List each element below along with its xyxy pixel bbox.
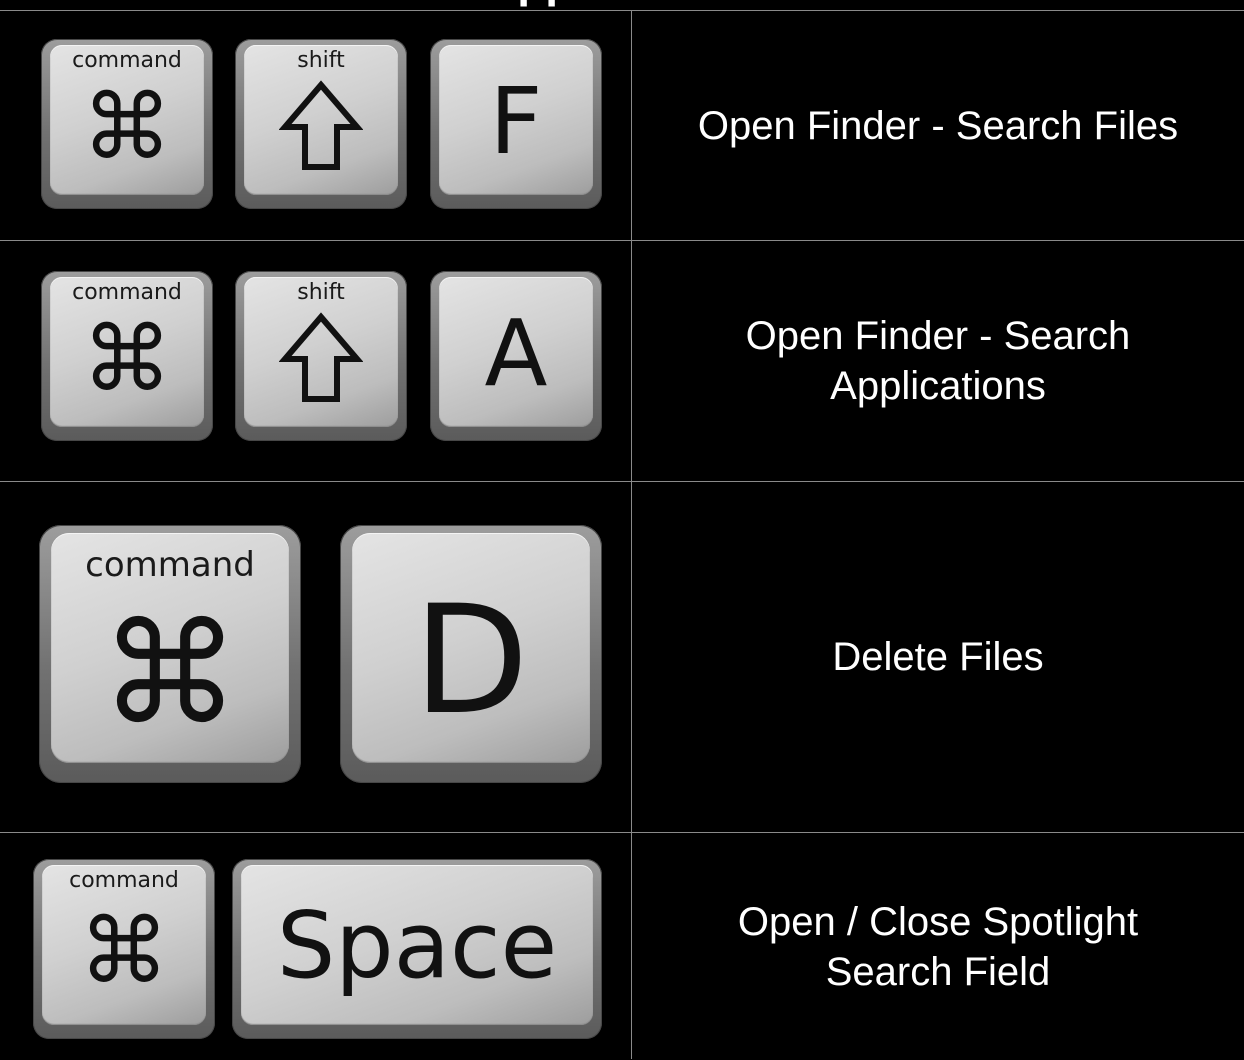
- shift-key-label: shift: [297, 48, 345, 73]
- shortcut-description: Open / Close Spotlight Search Field: [737, 899, 1139, 994]
- shortcut-description: Delete Files: [832, 635, 1044, 679]
- shortcut-row: command ⌘ D Delete Files: [0, 482, 1244, 833]
- shortcut-row: command ⌘ Space Open / Close Spotlight S…: [0, 833, 1244, 1060]
- command-icon: ⌘: [41, 311, 213, 401]
- shift-arrow-icon: [235, 79, 407, 175]
- letter-key-label: F: [489, 67, 543, 175]
- space-key: Space: [232, 859, 602, 1039]
- shortcut-table: command ⌘ shift F Open Finder - Search F…: [0, 10, 1244, 1059]
- command-icon: ⌘: [41, 79, 213, 169]
- key-combination: command ⌘ Space: [0, 833, 631, 1060]
- shift-arrow-icon: [235, 311, 407, 407]
- shortcut-description: Open Finder - Search Files: [697, 103, 1179, 148]
- shortcut-description-cell: Delete Files: [632, 482, 1244, 832]
- shortcut-description-cell: Open / Close Spotlight Search Field: [632, 833, 1244, 1060]
- command-key: command ⌘: [41, 271, 213, 441]
- shift-key: shift: [235, 39, 407, 209]
- command-key: command ⌘: [41, 39, 213, 209]
- command-key-label: command: [69, 868, 179, 893]
- shortcut-description-cell: Open Finder - Search Files: [632, 11, 1244, 240]
- svg-text:⌘: ⌘: [79, 903, 169, 993]
- page-title: Applications: [0, 0, 1244, 10]
- command-key-label: command: [72, 48, 182, 73]
- command-key-label: command: [85, 545, 255, 585]
- svg-text:⌘: ⌘: [82, 311, 172, 401]
- column-divider: [631, 10, 632, 1059]
- space-key-label: Space: [276, 891, 558, 999]
- command-key-label: command: [72, 280, 182, 305]
- command-icon: ⌘: [33, 903, 215, 993]
- command-key: command ⌘: [39, 525, 301, 783]
- letter-key-label: A: [484, 299, 548, 407]
- svg-text:⌘: ⌘: [100, 599, 240, 739]
- key-combination: command ⌘ D: [0, 482, 631, 832]
- shift-key: shift: [235, 271, 407, 441]
- key-combination: command ⌘ shift F: [0, 11, 631, 240]
- command-key: command ⌘: [33, 859, 215, 1039]
- shortcut-description-cell: Open Finder - Search Applications: [632, 241, 1244, 481]
- shift-key-label: shift: [297, 280, 345, 305]
- letter-key-label: D: [413, 574, 529, 748]
- command-icon: ⌘: [39, 599, 301, 739]
- key-combination: command ⌘ shift A: [0, 241, 631, 481]
- svg-text:⌘: ⌘: [82, 79, 172, 169]
- letter-key: D: [340, 525, 602, 783]
- shortcut-description: Open Finder - Search Applications: [745, 314, 1131, 408]
- letter-key: F: [430, 39, 602, 209]
- shortcut-row: command ⌘ shift F Open Finder - Search F…: [0, 11, 1244, 241]
- letter-key: A: [430, 271, 602, 441]
- shortcut-row: command ⌘ shift A Open Finder - Search A…: [0, 241, 1244, 482]
